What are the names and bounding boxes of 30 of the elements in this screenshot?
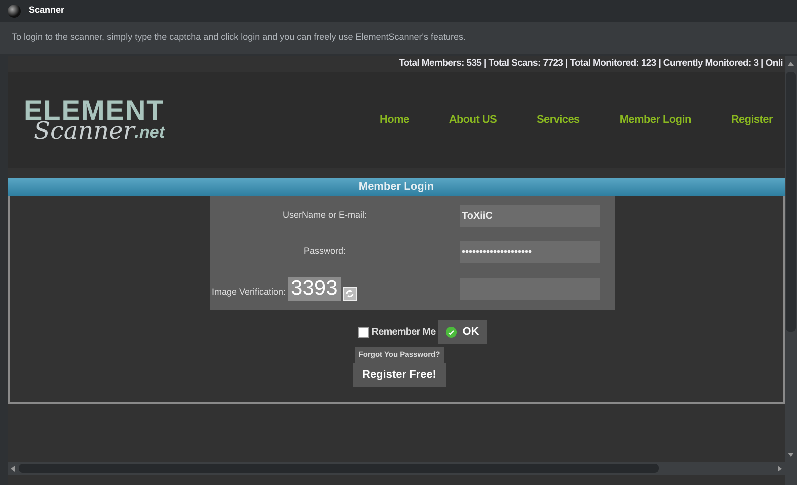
remember-checkbox[interactable]: [358, 326, 369, 338]
input-field[interactable]: ToXiiC: [460, 205, 600, 227]
scroll-up-icon[interactable]: [788, 62, 794, 66]
scroll-thumb[interactable]: [786, 72, 796, 332]
field-label: UserName or E-mail:: [282, 209, 368, 222]
nav-link[interactable]: Register: [731, 112, 773, 128]
window-title: Scanner: [29, 4, 65, 18]
nav-link[interactable]: Home: [380, 112, 410, 128]
nav-link[interactable]: About US: [449, 112, 498, 128]
app-icon: [8, 4, 21, 18]
register-button[interactable]: Register Free!: [352, 363, 446, 387]
nav-link[interactable]: Member Login: [620, 112, 692, 128]
vertical-scrollbar[interactable]: [785, 56, 797, 485]
scroll-left-icon[interactable]: [11, 466, 15, 472]
stats-text: Total Members: 535 | Total Scans: 7723 | Total Monitored: 123 | Currently Monitored: 3 | Onli: [399, 56, 783, 71]
checkbox-label: Remember Me: [372, 326, 436, 340]
logo-suffix: .net: [134, 124, 166, 141]
check-icon: [446, 326, 457, 338]
horizontal-scrollbar[interactable]: [8, 462, 785, 475]
field-label: Image Verification:: [212, 286, 286, 299]
nav-link[interactable]: Services: [536, 112, 580, 128]
section-header: Member Login: [8, 178, 785, 196]
logo-script: Scanner: [34, 119, 135, 143]
refresh-icon[interactable]: [342, 287, 357, 301]
scroll-down-icon[interactable]: [788, 453, 794, 457]
input-field[interactable]: ••••••••••••••••••••: [460, 241, 600, 263]
captcha-image: 3393: [288, 277, 341, 301]
field-label: Password:: [302, 245, 348, 258]
hint-text: To login to the scanner, simply type the captcha and click login and you can freely use ElementScanner's features.: [0, 22, 797, 54]
ok-button[interactable]: OK: [438, 320, 488, 344]
